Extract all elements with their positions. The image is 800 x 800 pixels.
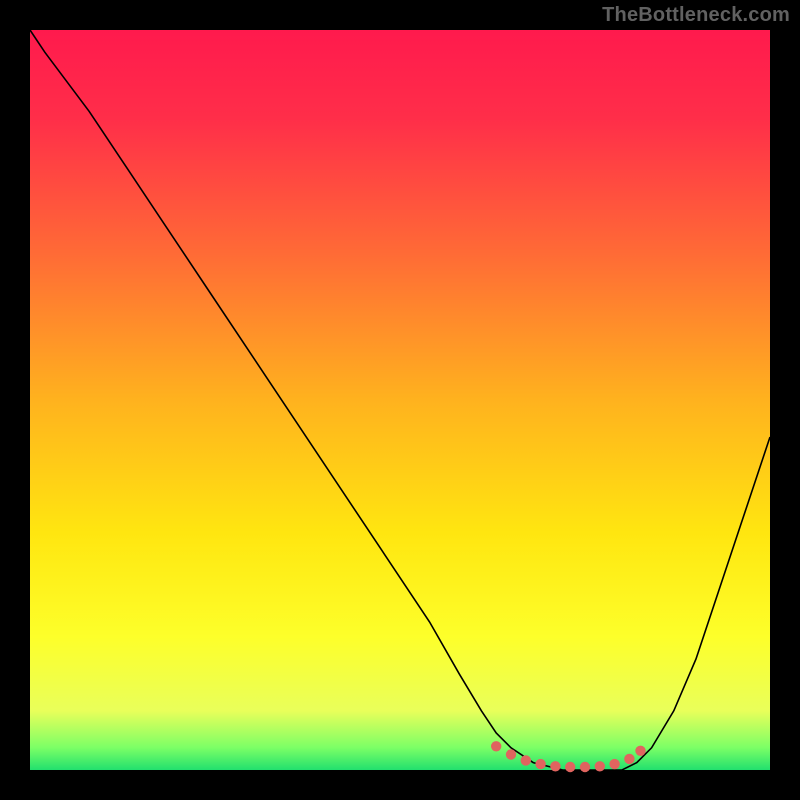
marker-dot xyxy=(624,754,634,764)
marker-dot xyxy=(595,761,605,771)
marker-dot xyxy=(521,755,531,765)
bottleneck-chart: TheBottleneck.com xyxy=(0,0,800,800)
marker-dot xyxy=(580,762,590,772)
marker-dot xyxy=(506,749,516,759)
marker-dot xyxy=(491,741,501,751)
marker-dot xyxy=(609,759,619,769)
marker-dot xyxy=(565,762,575,772)
chart-canvas xyxy=(0,0,800,800)
plot-background xyxy=(30,30,770,770)
marker-dot xyxy=(535,759,545,769)
marker-dot xyxy=(550,761,560,771)
watermark-text: TheBottleneck.com xyxy=(602,4,790,27)
marker-dot xyxy=(635,746,645,756)
